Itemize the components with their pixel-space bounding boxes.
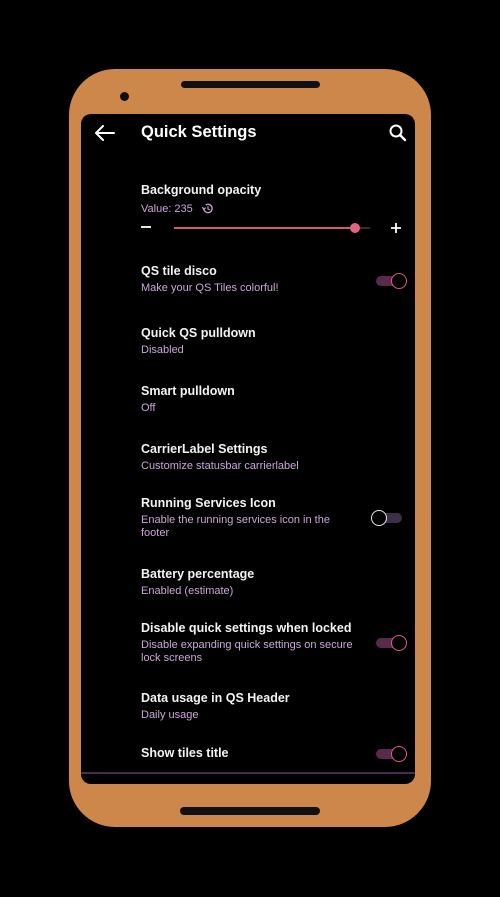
setting-title: Battery percentage	[141, 567, 255, 581]
setting-subtitle: Make your QS Tiles colorful!	[141, 282, 279, 294]
show-tiles-title-toggle[interactable]	[375, 744, 407, 764]
disable-qs-when-locked-toggle[interactable]	[375, 633, 407, 653]
qs-tile-disco-toggle[interactable]	[375, 271, 407, 291]
setting-title: Disable quick settings when locked	[141, 621, 352, 635]
qs-tile-disco-setting[interactable]: QS tile disco Make your QS Tiles colorfu…	[141, 263, 411, 295]
opacity-value-row: Value: 235	[141, 202, 214, 215]
back-button[interactable]	[93, 122, 117, 144]
setting-title: Running Services Icon	[141, 496, 276, 510]
running-services-icon-setting[interactable]: Running Services Icon Enable the running…	[141, 495, 356, 540]
setting-title: Quick QS pulldown	[141, 326, 256, 340]
slider-thumb[interactable]	[349, 223, 360, 233]
switch-knob	[391, 746, 407, 762]
setting-title: CarrierLabel Settings	[141, 442, 268, 456]
setting-subtitle: Customize statusbar carrierlabel	[141, 460, 299, 472]
slider-fill	[174, 227, 355, 229]
search-icon	[389, 124, 407, 142]
setting-title: Smart pulldown	[141, 384, 235, 398]
phone-camera	[120, 92, 129, 101]
decrease-button[interactable]	[139, 220, 153, 234]
setting-title: Show tiles title	[141, 746, 229, 760]
setting-title: QS tile disco	[141, 264, 217, 278]
search-button[interactable]	[387, 122, 409, 144]
setting-subtitle: Off	[141, 402, 156, 414]
setting-subtitle: Enable the running services icon in the …	[141, 514, 330, 539]
setting-subtitle: Disabled	[141, 344, 184, 356]
switch-knob	[391, 273, 407, 289]
setting-subtitle: Daily usage	[141, 709, 199, 721]
switch-knob	[391, 635, 407, 651]
quick-qs-pulldown-setting[interactable]: Quick QS pulldown Disabled	[141, 325, 411, 357]
opacity-slider[interactable]	[174, 223, 370, 233]
minus-icon	[141, 226, 151, 228]
app-bar: Quick Settings	[81, 114, 415, 154]
arrow-left-icon	[95, 125, 115, 141]
phone-speaker	[181, 81, 320, 88]
setting-subtitle: Disable expanding quick settings on secu…	[141, 639, 353, 664]
data-usage-qs-header-setting[interactable]: Data usage in QS Header Daily usage	[141, 690, 411, 722]
plus-icon	[391, 223, 401, 233]
carrierlabel-settings[interactable]: CarrierLabel Settings Customize statusba…	[141, 441, 411, 473]
setting-title: Background opacity	[141, 183, 262, 197]
increase-button[interactable]	[389, 221, 403, 235]
background-opacity-setting[interactable]: Background opacity	[141, 182, 411, 198]
running-services-icon-toggle[interactable]	[371, 508, 403, 528]
setting-title: Data usage in QS Header	[141, 691, 290, 705]
bottom-divider	[81, 772, 415, 774]
disable-qs-when-locked-setting[interactable]: Disable quick settings when locked Disab…	[141, 620, 356, 665]
phone-home-bar	[180, 807, 320, 815]
smart-pulldown-setting[interactable]: Smart pulldown Off	[141, 383, 411, 415]
opacity-value-label: Value: 235	[141, 202, 193, 215]
switch-knob	[371, 510, 387, 526]
page-title: Quick Settings	[141, 123, 257, 141]
screen: Quick Settings Background opacity Value:…	[81, 114, 415, 784]
battery-percentage-setting[interactable]: Battery percentage Enabled (estimate)	[141, 566, 411, 598]
restore-icon[interactable]	[201, 202, 214, 215]
setting-subtitle: Enabled (estimate)	[141, 585, 234, 597]
show-tiles-title-setting[interactable]: Show tiles title	[141, 745, 411, 761]
